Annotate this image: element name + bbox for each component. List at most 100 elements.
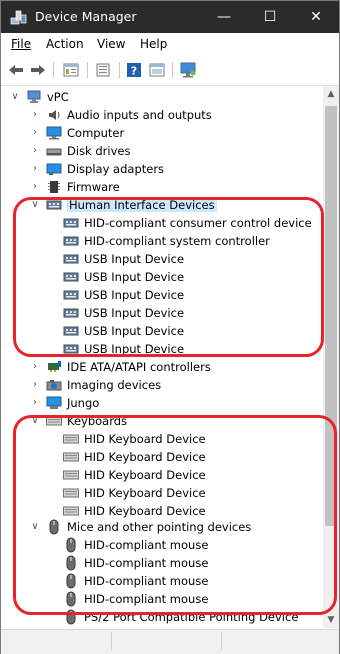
keyboard-device-item[interactable]: HID Keyboard Device xyxy=(63,448,206,465)
show-hidden-icon[interactable] xyxy=(147,61,167,79)
jungo-icon xyxy=(46,396,62,410)
keyboard-device-item[interactable]: HID Keyboard Device xyxy=(63,466,206,483)
category-computer[interactable]: › Computer xyxy=(29,124,124,141)
device-label: HID Keyboard Device xyxy=(84,431,206,446)
category-label: Jungo xyxy=(67,395,100,410)
category-label: Human Interface Devices xyxy=(67,197,217,212)
device-label: USB Input Device xyxy=(84,269,185,284)
status-cell xyxy=(221,632,337,650)
device-label: USB Input Device xyxy=(84,287,185,302)
chevron-down-icon[interactable]: ∨ xyxy=(29,415,41,427)
hid-device-item[interactable]: USB Input Device xyxy=(63,250,184,267)
hid-device-icon xyxy=(63,216,79,230)
minimize-button[interactable]: — xyxy=(201,1,247,33)
menu-bar: File Action View Help xyxy=(1,33,339,55)
scroll-down-icon[interactable]: ▼ xyxy=(323,612,339,628)
hid-device-icon xyxy=(63,288,79,302)
display-adapter-icon xyxy=(46,162,62,176)
keyboard-device-item[interactable]: HID Keyboard Device xyxy=(63,484,206,501)
chevron-right-icon[interactable]: › xyxy=(29,127,41,139)
camera-icon xyxy=(46,378,62,392)
hid-device-item[interactable]: HID-compliant consumer control device xyxy=(63,214,312,231)
category-label: Mice and other pointing devices xyxy=(67,519,252,534)
device-label: PS/2 Port Compatible Pointing Device xyxy=(84,609,299,624)
chevron-down-icon[interactable]: ∨ xyxy=(9,91,21,103)
tree-root[interactable]: ∨ vPC xyxy=(9,88,69,105)
tree-root-label: vPC xyxy=(47,89,69,104)
chevron-down-icon[interactable]: ∨ xyxy=(29,199,41,211)
chevron-right-icon[interactable]: › xyxy=(29,109,41,121)
back-icon[interactable] xyxy=(7,61,25,79)
device-label: HID-compliant mouse xyxy=(84,537,209,552)
forward-icon[interactable] xyxy=(29,61,47,79)
chevron-right-icon[interactable]: › xyxy=(29,397,41,409)
category-imaging-devices[interactable]: › Imaging devices xyxy=(29,376,161,393)
device-label: HID Keyboard Device xyxy=(84,449,206,464)
category-jungo[interactable]: › Jungo xyxy=(29,394,99,411)
menu-help[interactable]: Help xyxy=(140,37,167,51)
scroll-up-icon[interactable]: ▲ xyxy=(323,86,339,102)
vertical-scrollbar[interactable]: ▲ ▼ xyxy=(323,86,339,628)
chevron-right-icon[interactable]: › xyxy=(29,163,41,175)
mouse-device-item[interactable]: HID-compliant mouse xyxy=(63,590,208,607)
help-icon[interactable]: ? xyxy=(125,61,143,79)
hid-device-item[interactable]: USB Input Device xyxy=(63,268,184,285)
properties-icon[interactable] xyxy=(61,61,81,79)
menu-view[interactable]: View xyxy=(97,37,125,51)
category-display-adapters[interactable]: › Display adapters xyxy=(29,160,164,177)
hid-device-item[interactable]: HID-compliant system controller xyxy=(63,232,270,249)
status-bar xyxy=(1,629,339,654)
keyboard-device-icon xyxy=(63,468,79,482)
window-title: Device Manager xyxy=(35,9,137,24)
close-button[interactable]: ✕ xyxy=(293,1,339,33)
monitor-icon xyxy=(46,126,62,140)
hid-device-icon xyxy=(63,234,79,248)
category-label: Firmware xyxy=(67,179,120,194)
mouse-device-item[interactable]: HID-compliant mouse xyxy=(63,536,208,553)
keyboard-device-icon xyxy=(63,450,79,464)
hid-device-item[interactable]: USB Input Device xyxy=(63,322,184,339)
mouse-device-icon xyxy=(63,609,79,624)
chevron-right-icon[interactable]: › xyxy=(29,379,41,391)
svg-text:?: ? xyxy=(131,65,137,78)
category-mice[interactable]: ∨ Mice and other pointing devices xyxy=(29,518,251,535)
keyboard-icon xyxy=(46,414,62,428)
device-label: HID-compliant system controller xyxy=(84,233,270,248)
maximize-button[interactable]: ☐ xyxy=(247,1,293,33)
hid-device-item[interactable]: USB Input Device xyxy=(63,286,184,303)
category-audio[interactable]: › Audio inputs and outputs xyxy=(29,106,212,123)
device-manager-window: Device Manager — ☐ ✕ File Action View He… xyxy=(0,0,340,654)
chevron-right-icon[interactable]: › xyxy=(29,181,41,193)
device-label: USB Input Device xyxy=(84,305,185,320)
mouse-device-item[interactable]: PS/2 Port Compatible Pointing Device xyxy=(63,608,298,625)
category-ide-ata-atapi[interactable]: › IDE ATA/ATAPI controllers xyxy=(29,358,211,375)
category-label: IDE ATA/ATAPI controllers xyxy=(67,359,211,374)
mouse-device-item[interactable]: HID-compliant mouse xyxy=(63,554,208,571)
device-label: HID-compliant mouse xyxy=(84,591,209,606)
hid-device-item[interactable]: USB Input Device xyxy=(63,340,184,357)
category-keyboards[interactable]: ∨ Keyboards xyxy=(29,412,127,429)
hid-device-icon xyxy=(63,342,79,356)
category-label: Computer xyxy=(67,125,125,140)
chevron-down-icon[interactable]: ∨ xyxy=(29,521,41,533)
hid-device-item[interactable]: USB Input Device xyxy=(63,304,184,321)
menu-action[interactable]: Action xyxy=(46,37,84,51)
category-disk-drives[interactable]: › Disk drives xyxy=(29,142,130,159)
menu-file[interactable]: File xyxy=(11,37,31,51)
category-human-interface-devices[interactable]: ∨ Human Interface Devices xyxy=(29,196,217,213)
device-tree[interactable]: ∨ vPC › Audio inputs and outputs › Compu… xyxy=(1,86,323,628)
device-label: USB Input Device xyxy=(84,323,185,338)
disk-icon xyxy=(46,144,62,158)
update-driver-icon[interactable] xyxy=(93,61,113,79)
category-label: Display adapters xyxy=(67,161,165,176)
scrollbar-thumb[interactable] xyxy=(325,106,337,526)
category-label: Audio inputs and outputs xyxy=(67,107,212,122)
mouse-device-item[interactable]: HID-compliant mouse xyxy=(63,572,208,589)
hid-device-icon xyxy=(63,270,79,284)
category-firmware[interactable]: › Firmware xyxy=(29,178,120,195)
chevron-right-icon[interactable]: › xyxy=(29,361,41,373)
keyboard-device-item[interactable]: HID Keyboard Device xyxy=(63,502,206,519)
keyboard-device-item[interactable]: HID Keyboard Device xyxy=(63,430,206,447)
scan-icon[interactable] xyxy=(178,61,198,79)
chevron-right-icon[interactable]: › xyxy=(29,145,41,157)
